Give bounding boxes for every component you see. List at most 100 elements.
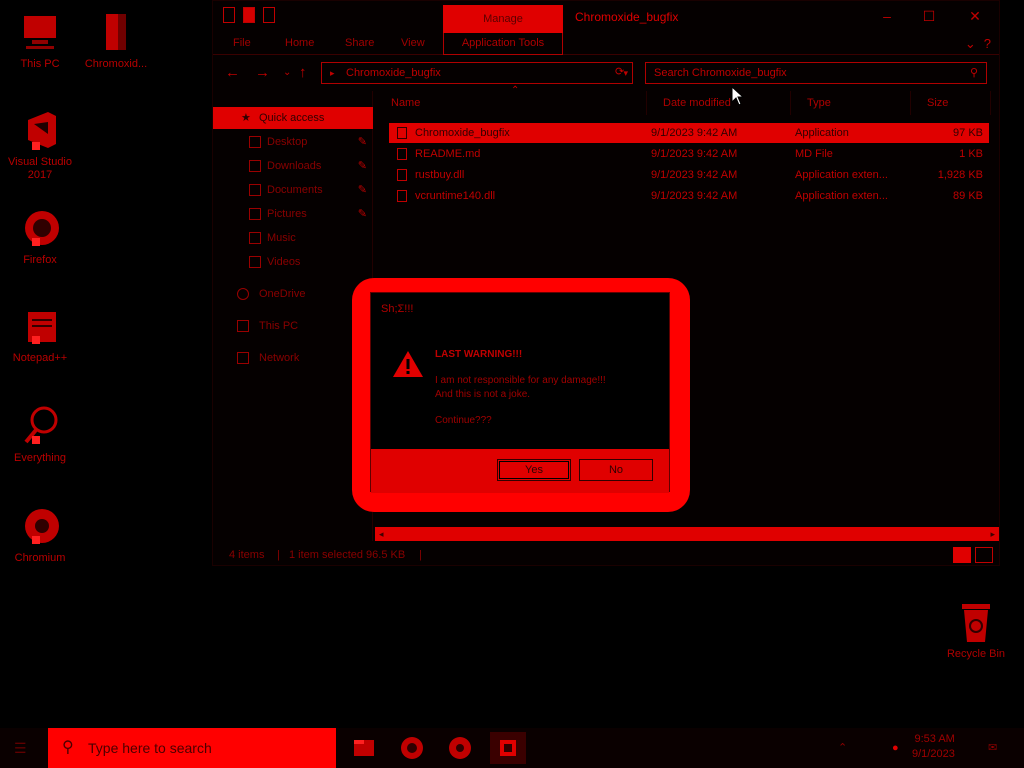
dll-file-icon	[397, 190, 407, 202]
details-view-icon[interactable]	[953, 547, 971, 563]
new-folder-icon[interactable]	[243, 7, 255, 23]
desktop-icon	[249, 136, 261, 148]
tab-share[interactable]: Share	[345, 37, 374, 49]
videos-icon	[249, 256, 261, 268]
sidebar-item-onedrive[interactable]: OneDrive	[213, 283, 373, 305]
column-header-name[interactable]: Name	[375, 91, 647, 115]
sidebar-item-label: Videos	[267, 256, 301, 268]
show-hidden-icons-icon[interactable]: ⌃	[838, 728, 847, 768]
dll-file-icon	[397, 169, 407, 181]
table-row[interactable]: vcruntime140.dll 9/1/2023 9:42 AM Applic…	[389, 186, 989, 206]
file-type: Application exten...	[795, 169, 888, 181]
status-item-count: 4 items	[229, 549, 265, 561]
table-row[interactable]: rustbuy.dll 9/1/2023 9:42 AM Application…	[389, 165, 989, 185]
table-row[interactable]: README.md 9/1/2023 9:42 AM MD File 1 KB	[389, 144, 989, 164]
column-header-date-modified[interactable]: Date modified	[647, 91, 791, 115]
maximize-button[interactable]: ☐	[919, 7, 939, 25]
search-input[interactable]: Search Chromoxide_bugfix ⚲	[645, 62, 987, 84]
desktop-icon-this-pc[interactable]: This PC	[0, 10, 80, 71]
documents-icon	[249, 184, 261, 196]
everything-search-icon	[18, 404, 62, 448]
yes-button[interactable]: Yes	[497, 459, 571, 481]
customize-toolbar-icon[interactable]	[263, 7, 275, 23]
horizontal-scrollbar[interactable]: ◂ ▸	[375, 527, 999, 541]
recent-locations-icon[interactable]: ⌄	[283, 67, 291, 78]
sidebar-item-label: Desktop	[267, 136, 308, 148]
sidebar-item-music[interactable]: Music	[213, 227, 373, 249]
help-icon[interactable]: ?	[984, 36, 991, 52]
chromium-icon	[18, 504, 62, 548]
forward-arrow-icon[interactable]: →	[255, 64, 270, 81]
desktop-icon-recycle-bin[interactable]: Recycle Bin	[938, 600, 1014, 660]
taskbar-app-chromium[interactable]	[442, 732, 478, 764]
large-icons-view-icon[interactable]	[975, 547, 993, 563]
back-arrow-icon[interactable]: ←	[225, 64, 240, 81]
taskbar-app-firefox[interactable]	[394, 732, 430, 764]
file-type: MD File	[795, 148, 833, 160]
network-status-icon[interactable]: ●	[892, 728, 899, 768]
close-button[interactable]: ✕	[965, 7, 985, 25]
sidebar-item-desktop[interactable]: Desktop ✎	[213, 131, 373, 153]
sidebar-item-downloads[interactable]: Downloads ✎	[213, 155, 373, 177]
file-size: 89 KB	[953, 190, 983, 202]
desktop-icon-everything[interactable]: Everything	[0, 404, 80, 465]
notepad-plus-icon	[18, 304, 62, 348]
sidebar-item-quick-access[interactable]: ★ Quick access	[213, 107, 373, 129]
sidebar-item-pictures[interactable]: Pictures ✎	[213, 203, 373, 225]
star-icon: ★	[241, 112, 251, 124]
desktop-icon-firefox[interactable]: Firefox	[0, 206, 80, 267]
taskbar-app-chromoxide[interactable]	[490, 732, 526, 764]
cloud-icon	[237, 288, 249, 300]
application-file-icon	[397, 127, 407, 139]
address-text: Chromoxide_bugfix	[346, 67, 441, 79]
firefox-icon	[401, 737, 423, 759]
file-size: 1 KB	[959, 148, 983, 160]
sidebar-item-videos[interactable]: Videos	[213, 251, 373, 273]
up-arrow-icon[interactable]: ↑	[299, 64, 307, 81]
start-menu-icon[interactable]: ☰	[14, 740, 27, 757]
taskbar-search-input[interactable]: ⚲ Type here to search	[48, 728, 336, 768]
minimize-button[interactable]: –	[877, 7, 897, 25]
tab-home[interactable]: Home	[285, 37, 314, 49]
refresh-icon[interactable]: ⟳	[615, 65, 624, 78]
table-row[interactable]: Chromoxide_bugfix 9/1/2023 9:42 AM Appli…	[389, 123, 989, 143]
column-header-type[interactable]: Type	[791, 91, 911, 115]
warning-icon	[391, 349, 425, 382]
notification-icon[interactable]: ✉	[988, 728, 997, 768]
sidebar-item-label: Downloads	[267, 160, 322, 172]
warning-dialog: Sh;Σ!!! LAST WARNING!!! I am not respons…	[370, 292, 670, 493]
taskbar-app-file-explorer[interactable]	[346, 732, 382, 764]
sidebar-item-network[interactable]: Network	[213, 347, 373, 369]
dialog-title: Sh;Σ!!!	[381, 303, 414, 315]
mouse-cursor-icon	[731, 85, 745, 109]
tab-application-tools[interactable]: Application Tools	[443, 33, 563, 55]
file-size: 97 KB	[953, 127, 983, 139]
desktop-icon-label: Firefox	[23, 254, 57, 266]
tab-file[interactable]: File	[233, 37, 251, 49]
scroll-right-icon[interactable]: ▸	[990, 527, 995, 541]
tab-view[interactable]: View	[401, 37, 425, 49]
address-bar[interactable]: ▸ Chromoxide_bugfix ▾	[321, 62, 633, 84]
status-divider: |	[419, 549, 422, 561]
desktop-icon-folder[interactable]: Chromoxid...	[76, 10, 156, 71]
expand-ribbon-icon[interactable]: ⌄	[965, 36, 976, 52]
file-name: Chromoxide_bugfix	[415, 127, 510, 139]
desktop-icon-chromium[interactable]: Chromium	[0, 504, 80, 565]
desktop-icon-visual-studio[interactable]: Visual Studio 2017	[0, 108, 80, 182]
file-name: rustbuy.dll	[415, 169, 465, 181]
desktop-icon-notepad-plus[interactable]: Notepad++	[0, 304, 80, 365]
scroll-left-icon[interactable]: ◂	[379, 527, 384, 541]
computer-icon	[18, 10, 62, 54]
sidebar-item-this-pc[interactable]: This PC	[213, 315, 373, 337]
desktop-icon-label: Chromium	[14, 552, 66, 564]
properties-icon[interactable]	[223, 7, 235, 23]
taskbar-clock[interactable]: 9:53 AM 9/1/2023	[912, 732, 955, 762]
music-icon	[249, 232, 261, 244]
file-date: 9/1/2023 9:42 AM	[651, 127, 738, 139]
desktop-icon-label: Everything	[14, 452, 66, 464]
file-name: vcruntime140.dll	[415, 190, 496, 202]
sidebar-item-documents[interactable]: Documents ✎	[213, 179, 373, 201]
no-button[interactable]: No	[579, 459, 653, 481]
column-header-size[interactable]: Size	[911, 91, 991, 115]
tab-manage[interactable]: Manage	[443, 5, 563, 33]
